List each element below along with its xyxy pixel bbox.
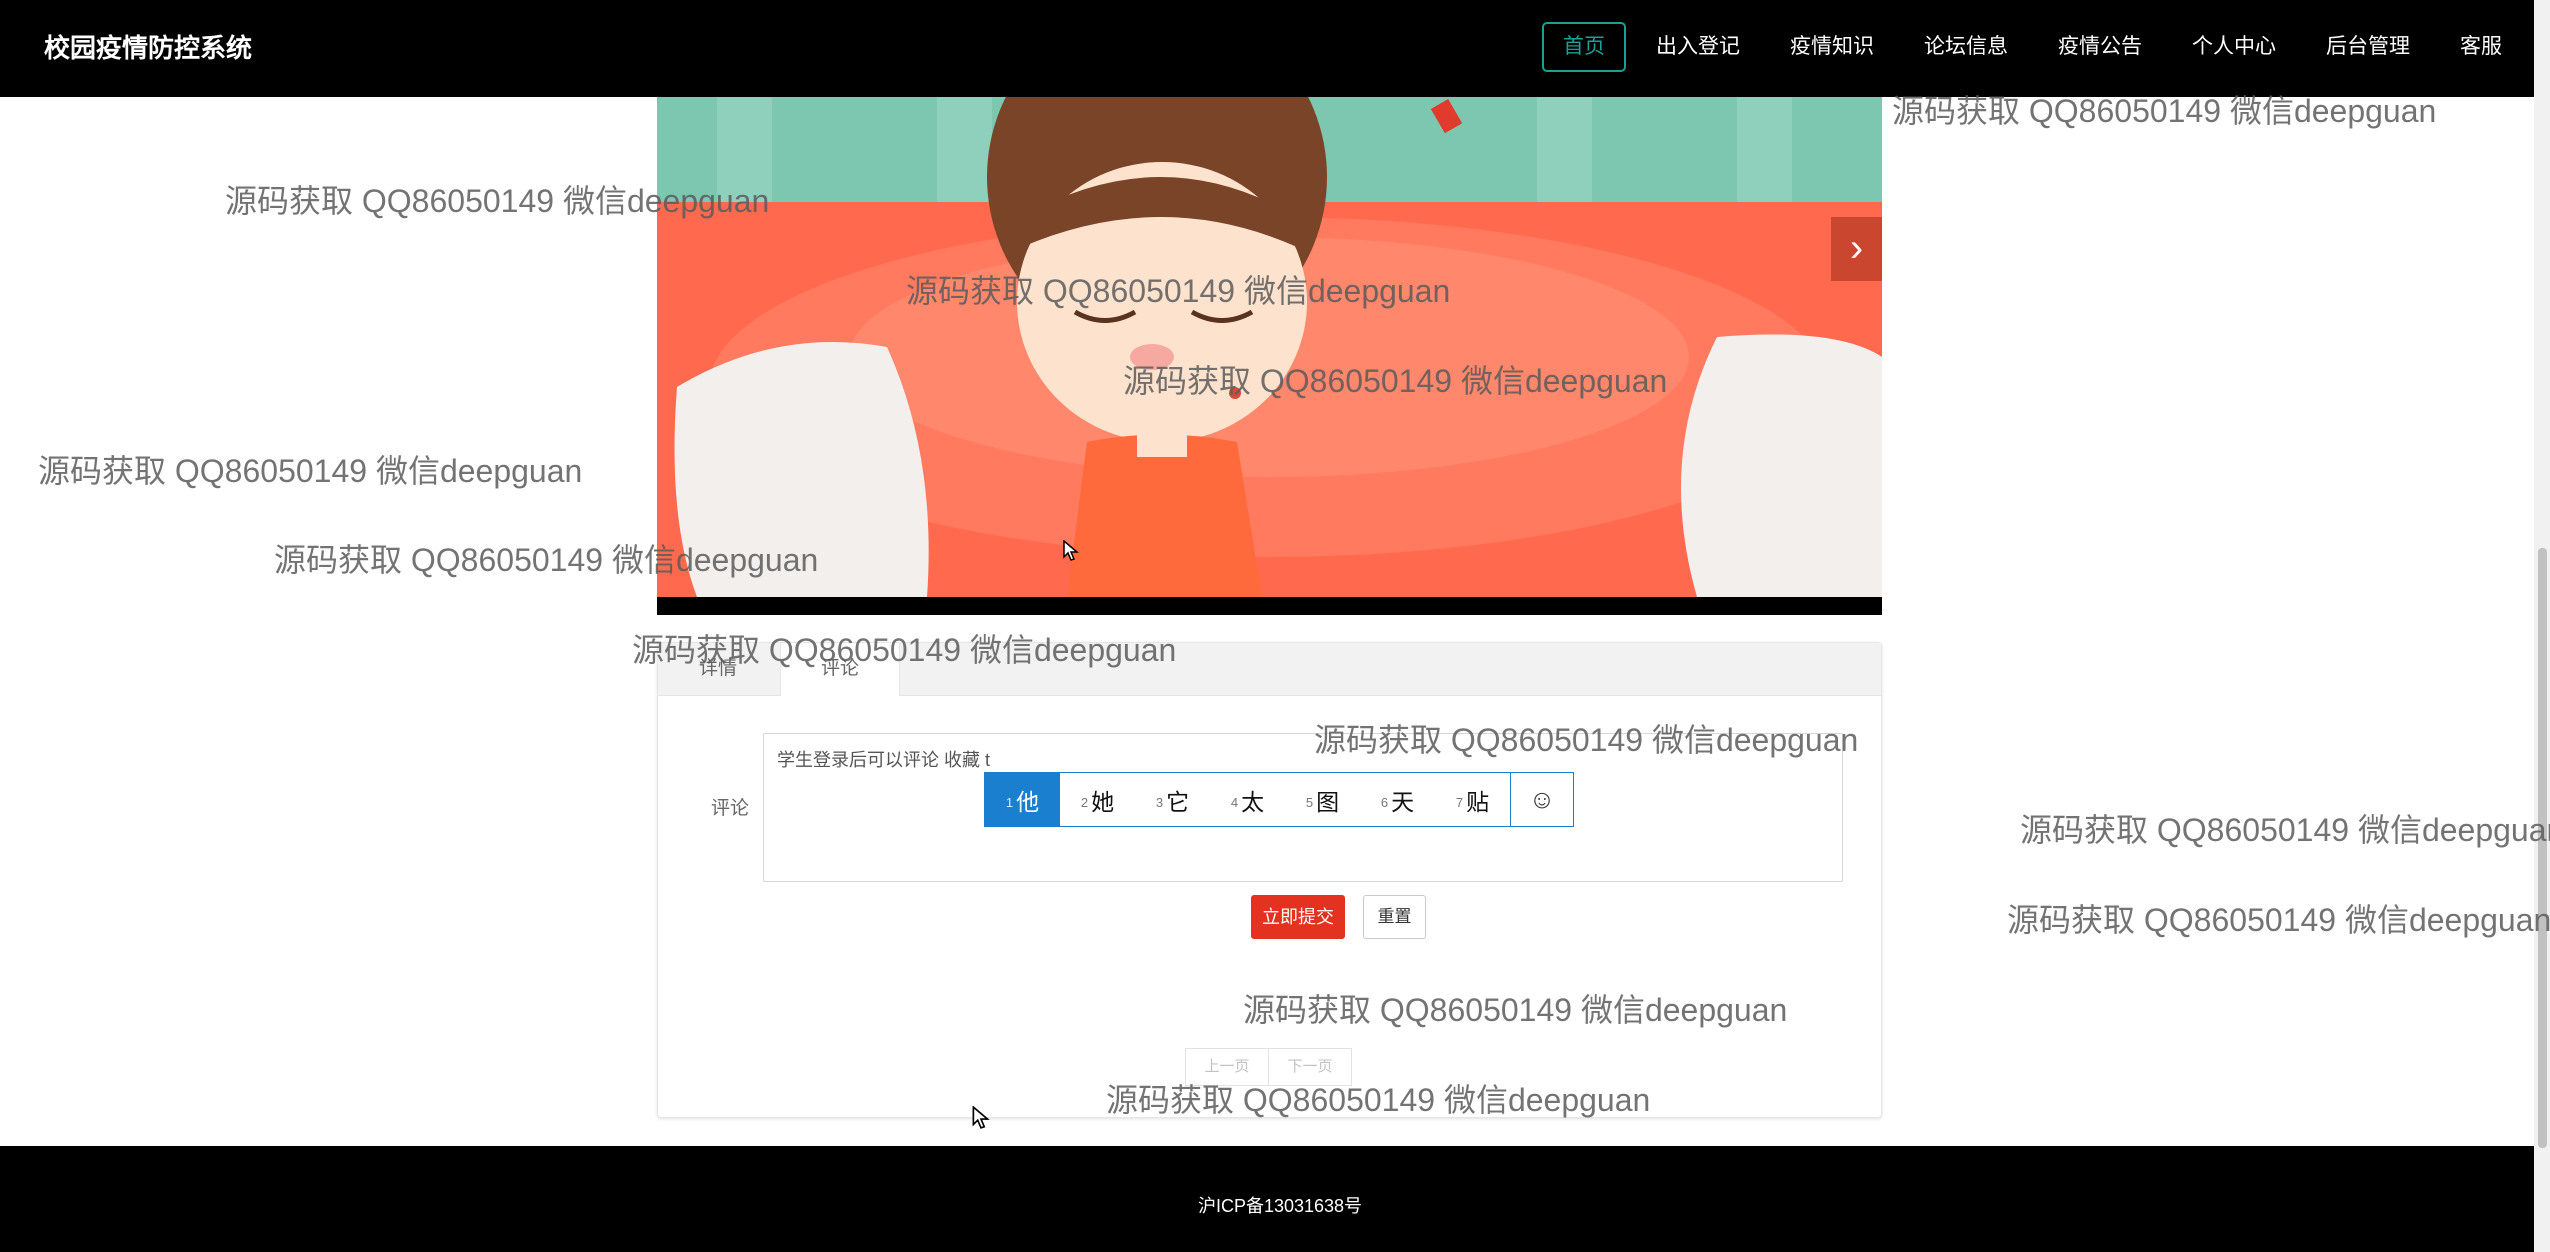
nav-item-customer-service[interactable]: 客服	[2440, 22, 2522, 72]
watermark: 源码获取 QQ86050149 微信deepguan	[38, 453, 583, 489]
watermark: 源码获取 QQ86050149 微信deepguan	[1314, 722, 1859, 758]
nav-item-home[interactable]: 首页	[1542, 22, 1626, 72]
carousel-image	[657, 97, 1882, 597]
top-navbar: 校园疫情防控系统 首页 出入登记 疫情知识 论坛信息 疫情公告 个人中心 后台管…	[0, 0, 2550, 97]
watermark: 源码获取 QQ86050149 微信deepguan	[1123, 363, 1668, 399]
cartoon-girl-illustration	[657, 97, 1882, 597]
watermark: 源码获取 QQ86050149 微信deepguan	[906, 273, 1451, 309]
nav-item-epidemic-knowledge[interactable]: 疫情知识	[1770, 22, 1894, 72]
watermark: 源码获取 QQ86050149 微信deepguan	[1892, 93, 2437, 129]
chevron-right-icon: ›	[1849, 226, 1864, 270]
nav-item-personal-center[interactable]: 个人中心	[2172, 22, 2296, 72]
ime-candidate[interactable]: 2她	[1060, 773, 1135, 826]
emoji-icon[interactable]: ☺	[1510, 773, 1573, 826]
mouse-cursor-icon	[1063, 540, 1079, 561]
mouse-cursor-icon	[972, 1106, 990, 1129]
watermark: 源码获取 QQ86050149 微信deepguan	[2007, 902, 2550, 938]
comment-label: 评论	[711, 798, 750, 819]
ime-candidate[interactable]: 6天	[1360, 773, 1435, 826]
ime-candidate[interactable]: 1他	[985, 773, 1060, 826]
watermark: 源码获取 QQ86050149 微信deepguan	[1243, 992, 1788, 1028]
carousel-bottom-bar	[657, 597, 1882, 615]
watermark: 源码获取 QQ86050149 微信deepguan	[2020, 812, 2550, 848]
nav-item-forum[interactable]: 论坛信息	[1904, 22, 2028, 72]
nav-item-entry-registration[interactable]: 出入登记	[1636, 22, 1760, 72]
carousel-next-button[interactable]: ›	[1831, 217, 1882, 281]
icp-record[interactable]: 沪ICP备13031638号	[0, 1192, 2550, 1218]
ime-candidate[interactable]: 4太	[1210, 773, 1285, 826]
ime-candidate[interactable]: 7贴	[1435, 773, 1510, 826]
nav-item-admin[interactable]: 后台管理	[2306, 22, 2430, 72]
watermark: 源码获取 QQ86050149 微信deepguan	[1106, 1082, 1651, 1118]
ime-candidate[interactable]: 5图	[1285, 773, 1360, 826]
watermark: 源码获取 QQ86050149 微信deepguan	[632, 632, 1177, 668]
ime-candidate[interactable]: 3它	[1135, 773, 1210, 826]
main-nav: 首页 出入登记 疫情知识 论坛信息 疫情公告 个人中心 后台管理 客服	[1532, 22, 2550, 72]
next-page-button[interactable]: 下一页	[1268, 1049, 1351, 1085]
submit-comment-button[interactable]: 立即提交	[1251, 895, 1345, 939]
watermark: 源码获取 QQ86050149 微信deepguan	[225, 183, 770, 219]
watermark: 源码获取 QQ86050149 微信deepguan	[274, 542, 819, 578]
comment-text: 学生登录后可以评论 收藏 t	[777, 750, 991, 770]
reset-button[interactable]: 重置	[1363, 895, 1426, 939]
nav-item-announcements[interactable]: 疫情公告	[2038, 22, 2162, 72]
ime-candidate-window: 1他 2她 3它 4太 5图 6天 7贴 ☺	[984, 772, 1574, 827]
app-title[interactable]: 校园疫情防控系统	[44, 30, 252, 66]
prev-page-button[interactable]: 上一页	[1186, 1049, 1268, 1085]
